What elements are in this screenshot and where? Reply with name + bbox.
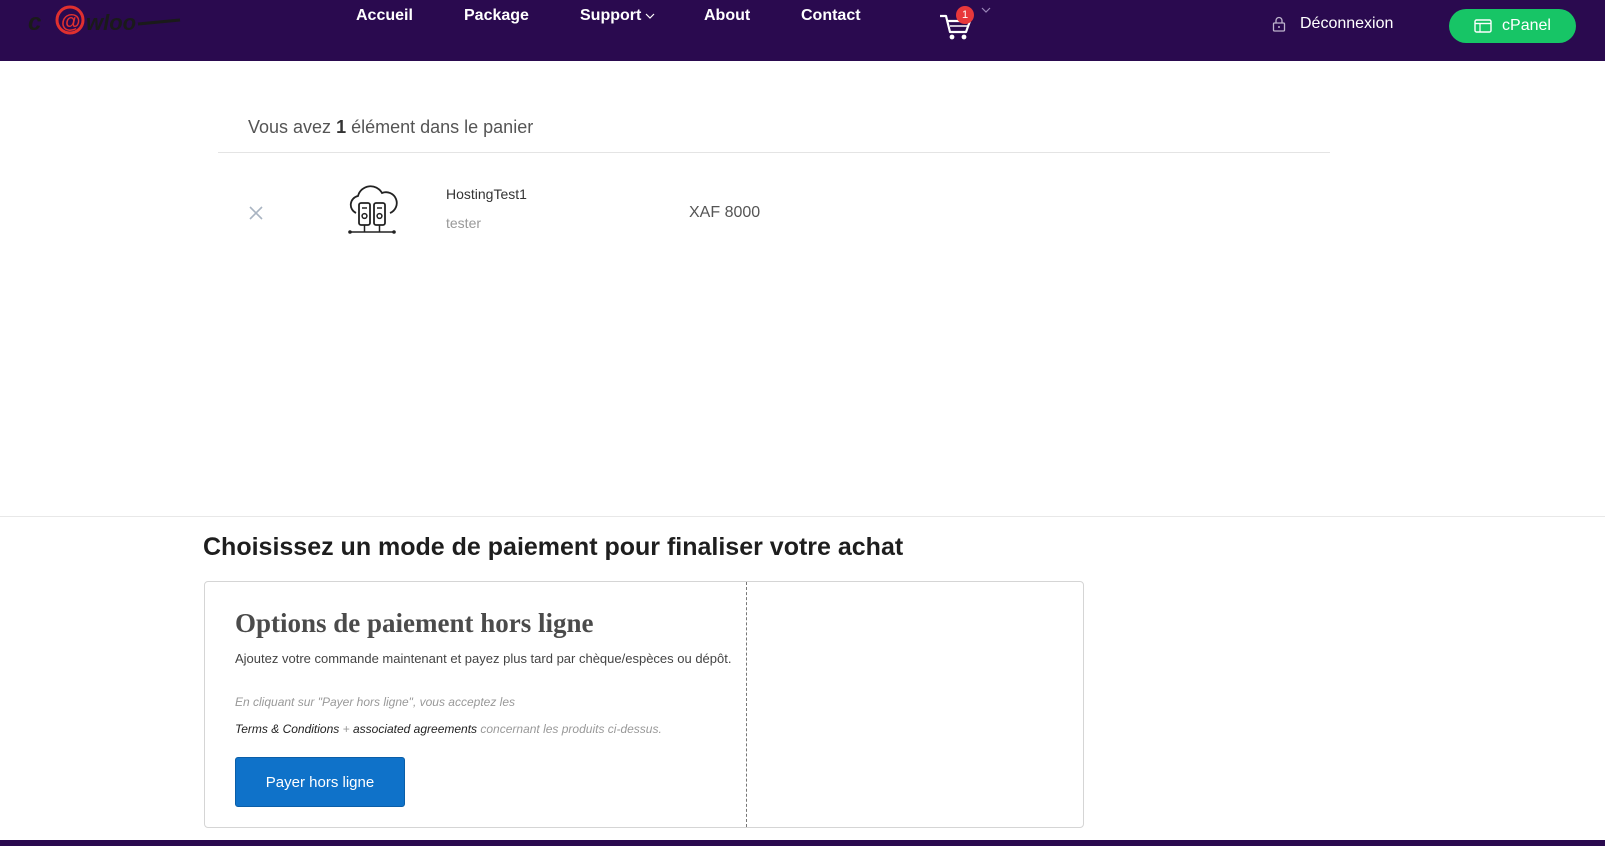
nav-support[interactable]: Support [580, 7, 655, 25]
svg-text:c: c [28, 9, 41, 36]
cart-summary-suffix: élément dans le panier [346, 117, 534, 137]
nav-package[interactable]: Package [464, 7, 529, 25]
terms-conditions-link[interactable]: Terms & Conditions [235, 722, 339, 736]
terms-line: Terms & Conditions + associated agreemen… [235, 722, 662, 736]
offline-payment-description: Ajoutez votre commande maintenant et pay… [235, 651, 732, 666]
logout-link[interactable]: Déconnexion [1272, 15, 1393, 33]
cart-summary-count: 1 [336, 117, 347, 137]
chevron-down-icon [645, 13, 655, 19]
consent-text: En cliquant sur "Payer hors ligne", vous… [235, 695, 515, 709]
payment-heading: Choisissez un mode de paiement pour fina… [203, 533, 904, 561]
cloud-server-icon [348, 185, 398, 234]
cart-summary: Vous avez 1 élément dans le panier [248, 117, 533, 138]
logout-label: Déconnexion [1300, 15, 1394, 32]
payment-column-separator [746, 582, 747, 827]
cpanel-label: cPanel [1502, 17, 1551, 34]
cart-count-badge: 1 [956, 6, 974, 24]
cart-item-name: HostingTest1 [446, 186, 527, 202]
site-logo[interactable]: c @ wloo [28, 2, 183, 36]
terms-suffix: concernant les produits ci-dessus. [477, 722, 662, 736]
svg-text:wloo: wloo [86, 10, 136, 35]
nav-about[interactable]: About [704, 7, 750, 25]
top-navbar: c @ wloo Accueil Package Support About C… [0, 0, 1605, 61]
section-divider [0, 516, 1605, 517]
cart-item-subtitle: tester [446, 215, 482, 231]
cart-divider [218, 152, 1330, 153]
pay-offline-button[interactable]: Payer hors ligne [235, 757, 405, 807]
terms-plus: + [339, 722, 353, 736]
footer-bar [0, 840, 1605, 846]
offline-payment-title: Options de paiement hors ligne [235, 608, 594, 638]
payment-options-card: Options de paiement hors ligne Ajoutez v… [204, 581, 1084, 828]
associated-agreements-link[interactable]: associated agreements [353, 722, 477, 736]
cart-item-price: XAF 8000 [689, 204, 761, 221]
nav-support-label: Support [580, 7, 642, 24]
remove-item-icon[interactable] [247, 204, 265, 222]
chevron-down-icon[interactable] [981, 7, 991, 13]
nav-contact[interactable]: Contact [801, 7, 861, 25]
cpanel-button[interactable]: cPanel [1449, 9, 1576, 43]
browser-window-icon [1474, 19, 1492, 33]
cart-summary-prefix: Vous avez [248, 117, 337, 137]
svg-text:@: @ [61, 11, 81, 33]
lock-icon [1272, 16, 1286, 32]
nav-home[interactable]: Accueil [356, 7, 413, 25]
